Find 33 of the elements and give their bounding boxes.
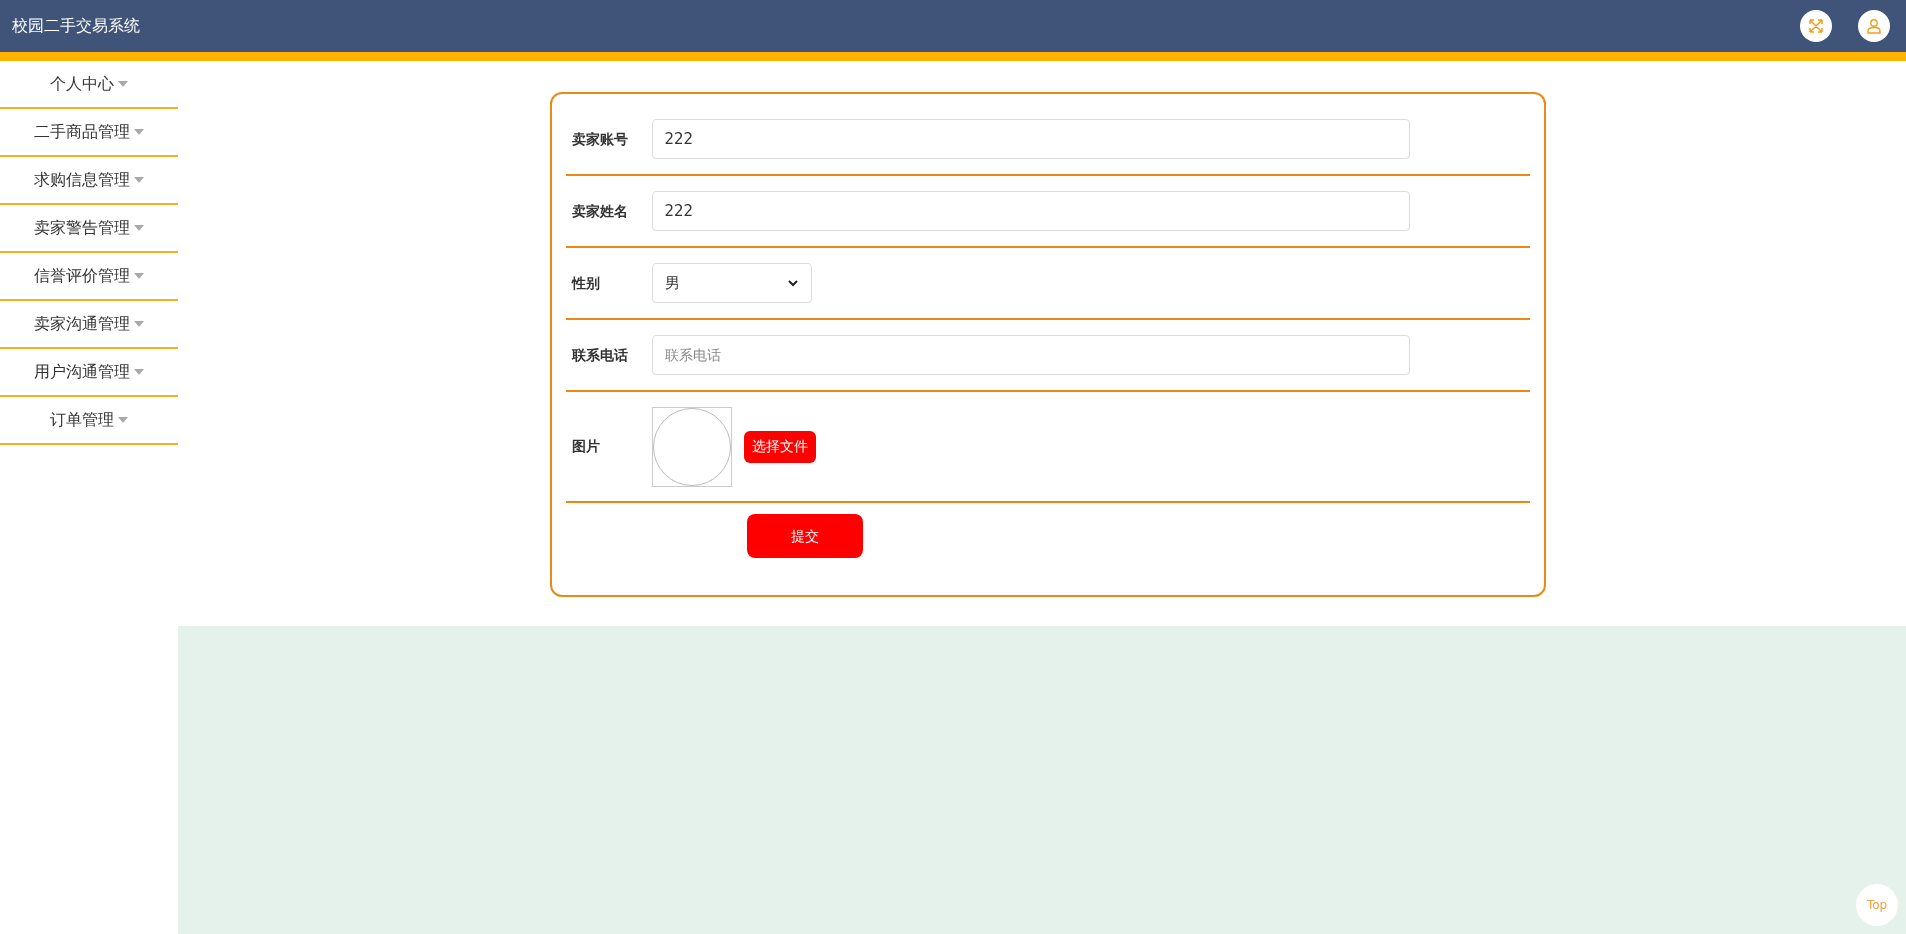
- field-label: 卖家姓名: [570, 201, 629, 221]
- submit-button[interactable]: 提交: [746, 514, 863, 558]
- user-icon: [1866, 18, 1882, 34]
- field-label: 卖家账号: [570, 129, 629, 149]
- sidebar-item[interactable]: 卖家沟通管理: [0, 301, 178, 349]
- caret-icon: [118, 417, 128, 423]
- sidebar-item[interactable]: 用户沟通管理: [0, 349, 178, 397]
- sidebar-item[interactable]: 订单管理: [0, 397, 178, 445]
- caret-icon: [134, 321, 144, 327]
- user-button[interactable]: [1858, 10, 1890, 42]
- field-label: 图片: [570, 437, 601, 456]
- sidebar-item[interactable]: 求购信息管理: [0, 157, 178, 205]
- caret-icon: [134, 225, 144, 231]
- sidebar-item[interactable]: 二手商品管理: [0, 109, 178, 157]
- caret-icon: [134, 177, 144, 183]
- sidebar-item[interactable]: 信誉评价管理: [0, 253, 178, 301]
- field-label: 性别: [570, 273, 601, 293]
- input-field[interactable]: 222: [651, 119, 1410, 159]
- fullscreen-button[interactable]: [1800, 10, 1832, 42]
- expand-arrows-icon: [1808, 18, 1824, 34]
- sidebar-item[interactable]: 卖家警告管理: [0, 205, 178, 253]
- input-field[interactable]: 联系电话: [651, 335, 1410, 375]
- sidebar-item[interactable]: 个人中心: [0, 61, 178, 109]
- caret-icon: [134, 129, 144, 135]
- choose-file-button[interactable]: 选择文件: [743, 430, 816, 463]
- caret-icon: [134, 273, 144, 279]
- field-label: 联系电话: [570, 345, 629, 365]
- caret-icon: [118, 81, 128, 87]
- app-title: 校园二手交易系统: [12, 15, 140, 37]
- caret-icon: [134, 369, 144, 375]
- chevron-down-icon: [786, 277, 799, 289]
- select-field[interactable]: 男: [651, 263, 812, 303]
- input-field[interactable]: 222: [651, 191, 1410, 231]
